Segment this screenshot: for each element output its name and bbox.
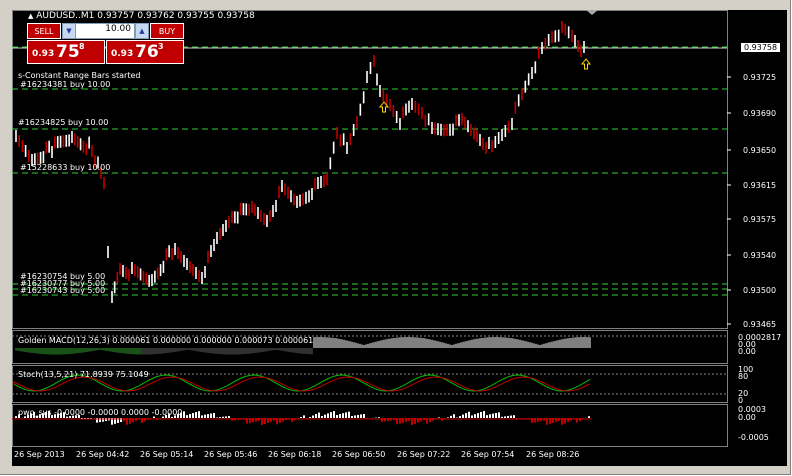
- bid-sup: 8: [79, 42, 85, 51]
- time-tick: 26 Sep 06:50: [332, 450, 386, 459]
- lot-increase-icon[interactable]: ▲: [135, 23, 149, 39]
- stoch-tick: 0: [738, 396, 744, 405]
- time-tick: 26 Sep 08:26: [526, 450, 580, 459]
- time-tick: 26 Sep 05:46: [204, 450, 258, 459]
- price-tick: 0.93465: [743, 320, 777, 329]
- chart-area[interactable]: ▲ AUDUSD..M1 0.93757 0.93762 0.93755 0.9…: [12, 10, 787, 466]
- time-tick: 26 Sep 07:22: [397, 450, 451, 459]
- buy-arrow-icon: [580, 58, 592, 70]
- pwo-tick: -0.0005: [738, 433, 769, 442]
- price-tick: 0.93540: [743, 251, 777, 260]
- buy-button[interactable]: BUY: [150, 23, 184, 39]
- pwo-tick: 0.00: [738, 413, 756, 422]
- symbol-header: ▲ AUDUSD..M1 0.93757 0.93762 0.93755 0.9…: [28, 11, 255, 21]
- order-label: #16230743 buy 5.00: [20, 286, 106, 295]
- pwo-label: pwo_svs -0.0000 -0.0000 0.0000 -0.0000: [18, 408, 183, 417]
- ask-prefix: 0.93: [111, 49, 134, 59]
- price-tick: 0.93575: [743, 215, 777, 224]
- shift-marker-icon: [586, 10, 598, 15]
- time-tick: 26 Sep 04:42: [76, 450, 130, 459]
- ask-sup: 3: [158, 42, 164, 51]
- macd-tick: 0.00: [738, 347, 756, 356]
- bid-price-button[interactable]: 0.93 75 8: [27, 40, 105, 64]
- terminal-window: ▲ AUDUSD..M1 0.93757 0.93762 0.93755 0.9…: [0, 0, 791, 475]
- order-label: #16234825 buy 10.00: [18, 118, 109, 127]
- ask-big: 76: [135, 42, 159, 62]
- stoch-tick: 80: [738, 372, 749, 381]
- sell-button[interactable]: SELL: [27, 23, 61, 39]
- order-label: #15228633 buy 10.00: [20, 163, 111, 172]
- price-tick: 0.93690: [743, 109, 777, 118]
- order-label: #16234381 buy 10.00: [20, 80, 111, 89]
- lot-decrease-icon[interactable]: ▼: [62, 23, 76, 39]
- price-tick: 0.93650: [743, 146, 777, 155]
- price-tick: 0.93615: [743, 181, 777, 190]
- macd-label: Golden MACD(12,26,3) 0.000061 0.000000 0…: [18, 336, 314, 345]
- time-tick: 26 Sep 07:54: [461, 450, 515, 459]
- lot-size-input[interactable]: 10.00: [75, 23, 135, 39]
- collapse-triangle-icon[interactable]: ▲: [28, 12, 33, 20]
- ask-price-button[interactable]: 0.93 76 3: [106, 40, 184, 64]
- price-tick: 0.93500: [743, 286, 777, 295]
- time-tick: 26 Sep 05:14: [140, 450, 194, 459]
- bid-prefix: 0.93: [32, 49, 55, 59]
- stoch-label: Stoch(13,5,21) 71.8939 75.1049: [18, 370, 149, 379]
- time-tick: 26 Sep 06:18: [268, 450, 322, 459]
- ea-status-text: s-Constant Range Bars started: [18, 71, 141, 80]
- price-tick: 0.93725: [743, 73, 777, 82]
- one-click-trade-panel: SELL ▼ 10.00 ▲ BUY 0.93 75 8 0.93 76 3: [27, 23, 184, 71]
- current-price-tag: 0.93758: [741, 43, 781, 52]
- bid-big: 75: [56, 42, 80, 62]
- time-tick: 26 Sep 2013: [14, 450, 65, 459]
- symbol-quote: AUDUSD..M1 0.93757 0.93762 0.93755 0.937…: [36, 11, 255, 21]
